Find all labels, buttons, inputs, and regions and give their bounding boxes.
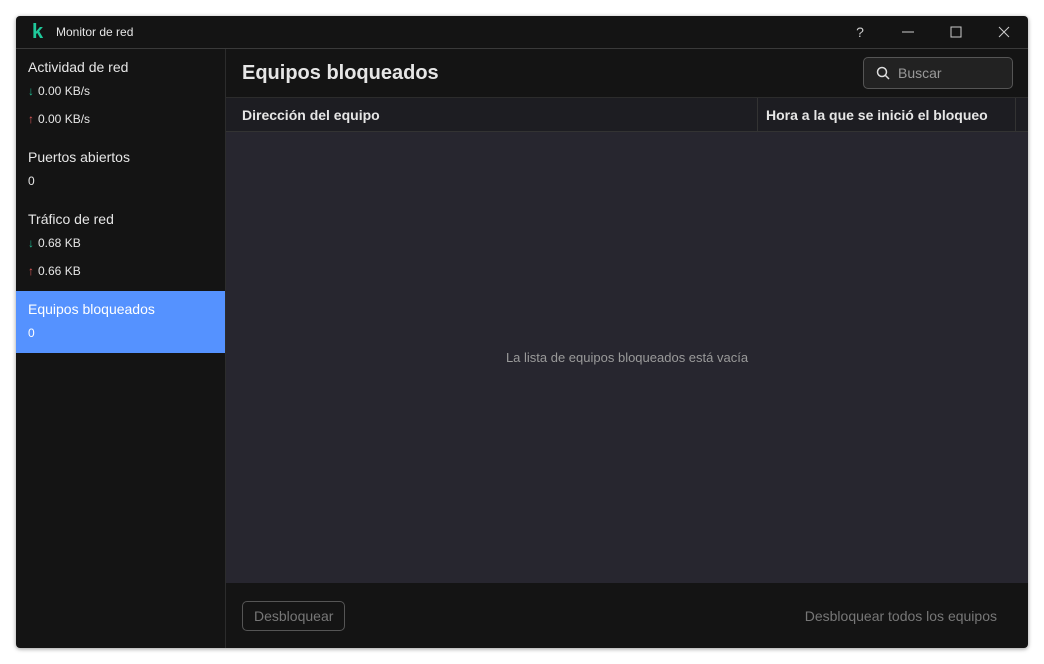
title-bar: k Monitor de red ? xyxy=(16,16,1028,49)
table-body: La lista de equipos bloqueados está vací… xyxy=(226,132,1028,583)
blocked-count: 0 xyxy=(28,326,35,340)
footer: Desbloquear Desbloquear todos los equipo… xyxy=(226,583,1028,648)
kaspersky-logo-icon: k xyxy=(32,20,44,43)
search-placeholder: Buscar xyxy=(898,65,942,81)
column-header-block-time[interactable]: Hora a la que se inició el bloqueo xyxy=(758,98,1016,131)
arrow-down-icon: ↓ xyxy=(28,236,34,250)
sidebar: Actividad de red ↓ 0.00 KB/s ↑ 0.00 KB/s P… xyxy=(16,49,226,648)
main-panel: Equipos bloqueados Buscar Dirección del … xyxy=(226,49,1028,648)
app-window: k Monitor de red ? Actividad de red ↓ 0.0… xyxy=(16,16,1028,648)
upload-traffic: 0.66 KB xyxy=(38,264,81,278)
close-button[interactable] xyxy=(980,16,1028,48)
sidebar-item-network-traffic[interactable]: Tráfico de red ↓ 0.68 KB ↑ 0.66 KB xyxy=(16,201,225,291)
arrow-down-icon: ↓ xyxy=(28,84,34,98)
minimize-button[interactable] xyxy=(884,16,932,48)
search-icon xyxy=(876,66,890,80)
empty-message: La lista de equipos bloqueados está vací… xyxy=(505,350,749,365)
page-title: Equipos bloqueados xyxy=(242,61,439,84)
download-traffic: 0.68 KB xyxy=(38,236,81,250)
open-ports-count: 0 xyxy=(28,174,35,188)
column-header-address[interactable]: Dirección del equipo xyxy=(226,98,758,131)
unblock-all-link[interactable]: Desbloquear todos los equipos xyxy=(805,608,997,624)
help-button[interactable]: ? xyxy=(836,16,884,48)
sidebar-item-network-activity[interactable]: Actividad de red ↓ 0.00 KB/s ↑ 0.00 KB/s xyxy=(16,49,225,139)
sidebar-item-label: Puertos abiertos xyxy=(28,149,130,165)
sidebar-item-label: Actividad de red xyxy=(28,59,129,75)
unblock-button[interactable]: Desbloquear xyxy=(242,600,346,631)
sidebar-item-blocked-computers[interactable]: Equipos bloqueados 0 xyxy=(16,291,225,353)
search-input[interactable]: Buscar xyxy=(863,57,1013,89)
upload-speed: 0.00 KB/s xyxy=(38,112,91,126)
maximize-button[interactable] xyxy=(932,16,980,48)
arrow-up-icon: ↑ xyxy=(28,112,34,126)
download-speed: 0.00 KB/s xyxy=(38,84,91,98)
arrow-up-icon: ↑ xyxy=(28,264,34,278)
sidebar-item-label: Tráfico de red xyxy=(28,211,114,227)
sidebar-item-open-ports[interactable]: Puertos abiertos 0 xyxy=(16,139,225,201)
table-header: Dirección del equipo Hora a la que se in… xyxy=(226,98,1028,132)
window-title: Monitor de red xyxy=(56,25,134,39)
sidebar-item-label: Equipos bloqueados xyxy=(28,301,155,317)
